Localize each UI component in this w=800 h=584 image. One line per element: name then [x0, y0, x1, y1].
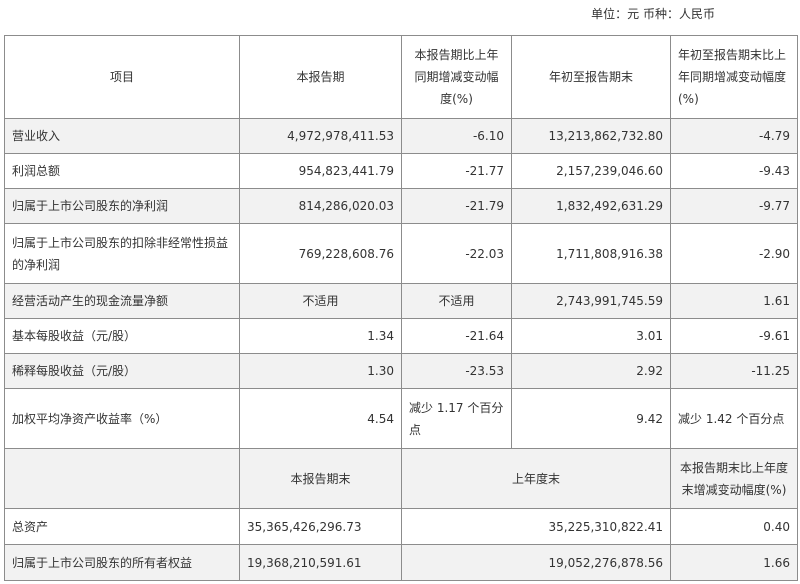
- row-change: 0.40: [670, 508, 798, 545]
- row-ytd: 2,743,991,745.59: [511, 283, 671, 319]
- table-row: 经营活动产生的现金流量净额 不适用 不适用 2,743,991,745.59 1…: [4, 283, 798, 319]
- subheader-empty: [4, 448, 240, 509]
- table-row: 归属于上市公司股东的所有者权益 19,368,210,591.61 19,052…: [4, 544, 798, 581]
- row-current: 814,286,020.03: [239, 188, 402, 224]
- row-ytd-yoy: -11.25: [670, 353, 798, 389]
- row-label: 总资产: [4, 508, 240, 545]
- table-row: 利润总额 954,823,441.79 -21.77 2,157,239,046…: [4, 153, 798, 189]
- row-current: 769,228,608.76: [239, 223, 402, 284]
- row-current-yoy: -21.77: [401, 153, 512, 189]
- row-current: 4,972,978,411.53: [239, 118, 402, 154]
- table-row: 归属于上市公司股东的净利润 814,286,020.03 -21.79 1,83…: [4, 188, 798, 224]
- row-current-yoy: -6.10: [401, 118, 512, 154]
- row-label: 归属于上市公司股东的扣除非经常性损益的净利润: [4, 223, 240, 284]
- row-ytd-yoy: -9.77: [670, 188, 798, 224]
- row-ytd-yoy: -9.43: [670, 153, 798, 189]
- row-change: 1.66: [670, 544, 798, 581]
- row-current: 1.34: [239, 318, 402, 354]
- row-label: 归属于上市公司股东的净利润: [4, 188, 240, 224]
- row-ytd: 13,213,862,732.80: [511, 118, 671, 154]
- row-label: 加权平均净资产收益率（%）: [4, 388, 240, 449]
- table-row: 加权平均净资产收益率（%） 4.54 减少 1.17 个百分点 9.42 减少 …: [4, 388, 798, 449]
- row-label: 归属于上市公司股东的所有者权益: [4, 544, 240, 581]
- row-ytd-yoy: -2.90: [670, 223, 798, 284]
- row-ytd-yoy: 1.61: [670, 283, 798, 319]
- table-row: 总资产 35,365,426,296.73 35,225,310,822.41 …: [4, 508, 798, 545]
- row-period-end: 35,365,426,296.73: [239, 508, 402, 545]
- unit-currency-note: 单位：元 币种：人民币: [591, 7, 715, 21]
- row-current: 954,823,441.79: [239, 153, 402, 189]
- table-row: 基本每股收益（元/股） 1.34 -21.64 3.01 -9.61: [4, 318, 798, 354]
- row-current-yoy: 不适用: [401, 283, 512, 319]
- table-subheader-row: 本报告期末 上年度末 本报告期末比上年度末增减变动幅度(%): [4, 448, 798, 509]
- row-current: 1.30: [239, 353, 402, 389]
- row-ytd: 1,711,808,916.38: [511, 223, 671, 284]
- financial-data-table: 项目 本报告期 本报告期比上年同期增减变动幅度(%) 年初至报告期末 年初至报告…: [4, 35, 798, 581]
- row-label: 经营活动产生的现金流量净额: [4, 283, 240, 319]
- row-ytd-yoy: -4.79: [670, 118, 798, 154]
- header-current: 本报告期: [239, 35, 402, 119]
- row-ytd: 2.92: [511, 353, 671, 389]
- table-row: 稀释每股收益（元/股） 1.30 -23.53 2.92 -11.25: [4, 353, 798, 389]
- row-current-yoy: -22.03: [401, 223, 512, 284]
- table-header-row: 项目 本报告期 本报告期比上年同期增减变动幅度(%) 年初至报告期末 年初至报告…: [4, 35, 798, 119]
- row-label: 稀释每股收益（元/股）: [4, 353, 240, 389]
- header-ytd: 年初至报告期末: [511, 35, 671, 119]
- row-period-end: 19,368,210,591.61: [239, 544, 402, 581]
- row-ytd: 9.42: [511, 388, 671, 449]
- row-last-year-end: 19,052,276,878.56: [401, 544, 671, 581]
- header-change: 本报告期末比上年度末增减变动幅度(%): [670, 448, 798, 509]
- row-label: 基本每股收益（元/股）: [4, 318, 240, 354]
- row-ytd: 1,832,492,631.29: [511, 188, 671, 224]
- row-ytd: 2,157,239,046.60: [511, 153, 671, 189]
- row-label: 利润总额: [4, 153, 240, 189]
- row-current-yoy: -21.79: [401, 188, 512, 224]
- row-label: 营业收入: [4, 118, 240, 154]
- row-ytd: 3.01: [511, 318, 671, 354]
- row-ytd-yoy: 减少 1.42 个百分点: [670, 388, 798, 449]
- row-current: 不适用: [239, 283, 402, 319]
- table-row: 归属于上市公司股东的扣除非经常性损益的净利润 769,228,608.76 -2…: [4, 223, 798, 284]
- row-current-yoy: -21.64: [401, 318, 512, 354]
- header-ytd-yoy: 年初至报告期末比上年同期增减变动幅度(%): [670, 35, 798, 119]
- header-last-year-end: 上年度末: [401, 448, 671, 509]
- header-period-end: 本报告期末: [239, 448, 402, 509]
- row-current-yoy: 减少 1.17 个百分点: [401, 388, 512, 449]
- header-item: 项目: [4, 35, 240, 119]
- table-row: 营业收入 4,972,978,411.53 -6.10 13,213,862,7…: [4, 118, 798, 154]
- row-current: 4.54: [239, 388, 402, 449]
- row-last-year-end: 35,225,310,822.41: [401, 508, 671, 545]
- row-current-yoy: -23.53: [401, 353, 512, 389]
- row-ytd-yoy: -9.61: [670, 318, 798, 354]
- header-current-yoy: 本报告期比上年同期增减变动幅度(%): [401, 35, 512, 119]
